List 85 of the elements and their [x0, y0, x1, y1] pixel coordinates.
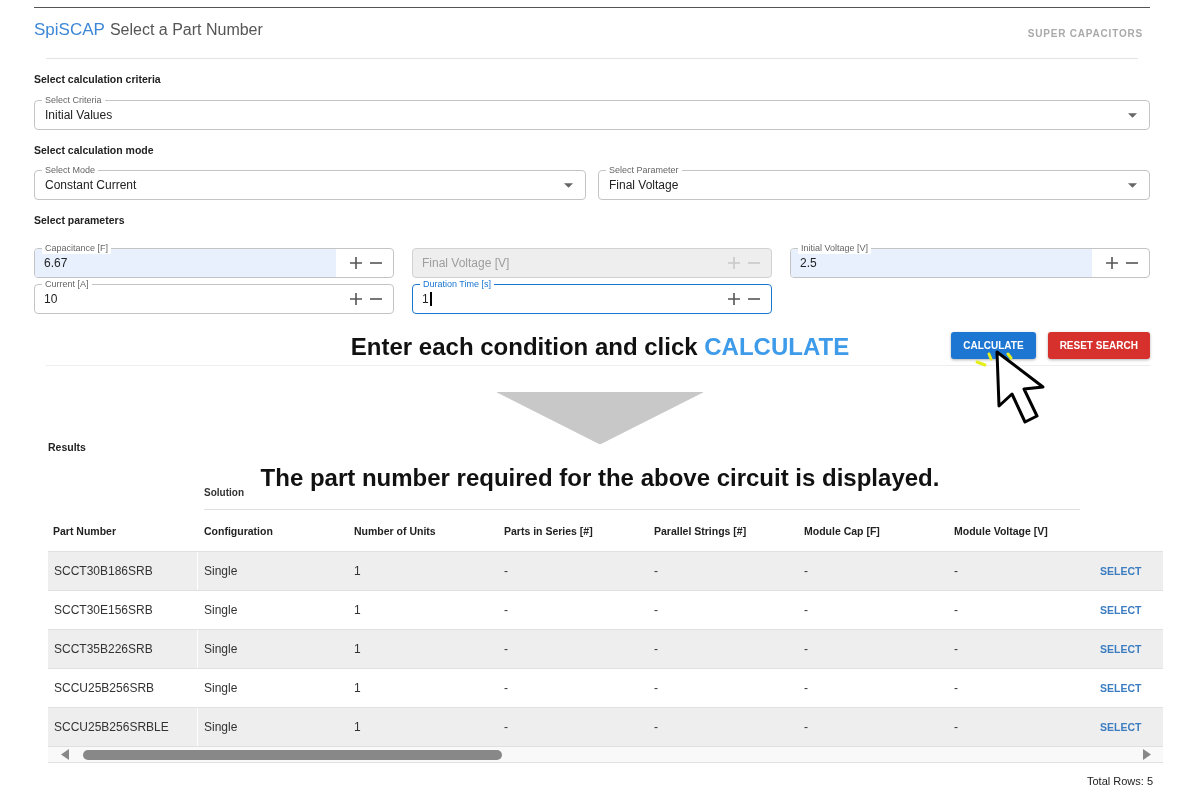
section-heading: Select calculation criteria [34, 72, 161, 86]
click-marks-icon [974, 352, 1014, 368]
scroll-right-icon[interactable] [1143, 749, 1151, 760]
column-header: Module Cap [F] [803, 523, 881, 538]
increment-button[interactable] [350, 257, 362, 269]
select-link[interactable]: SELECT [1100, 643, 1142, 655]
select-link[interactable]: SELECT [1100, 682, 1142, 694]
calculate-button[interactable]: CALCULATE [951, 332, 1036, 359]
table-cell-text: - [503, 563, 509, 580]
table-cell-text: - [653, 641, 659, 658]
table-cell-text: Single [203, 680, 239, 697]
table-cell-text: 1 [353, 602, 362, 619]
section-heading: Select parameters [34, 213, 125, 227]
field-label: Select Mode [42, 165, 99, 176]
table-cell-text: - [653, 719, 659, 736]
plus-icon [350, 257, 362, 269]
table-cell-text: - [803, 641, 809, 658]
section-heading: Results [48, 440, 86, 454]
category-label: SUPER CAPACITORS [1027, 27, 1143, 41]
table-cell-text: - [953, 719, 959, 736]
table-cell-text: 1 [353, 680, 362, 697]
annotation-text: The part number required for the above circuit is displayed. [260, 464, 940, 492]
table-cell-text: - [653, 680, 659, 697]
dropdown-caret-icon [564, 182, 573, 188]
table-cell-text: - [503, 641, 509, 658]
scrollbar-thumb[interactable] [83, 749, 502, 760]
table-cell-text: - [953, 563, 959, 580]
field-label: Select Parameter [606, 165, 682, 176]
plus-icon [728, 257, 740, 269]
plus-icon [1106, 257, 1118, 269]
select-link[interactable]: SELECT [1100, 604, 1142, 616]
reset-search-button[interactable]: RESET SEARCH [1047, 332, 1150, 359]
table-cell: SCCU25B256SRB [48, 669, 198, 707]
table-cell-text: - [953, 602, 959, 619]
table-cell-text: - [953, 641, 959, 658]
table-cell-text: - [653, 602, 659, 619]
table-cell-text: - [803, 680, 809, 697]
column-header: Configuration [203, 523, 274, 538]
table-cell-text: - [953, 680, 959, 697]
table-cell-text: - [803, 719, 809, 736]
table-cell-text: Single [203, 602, 239, 619]
dropdown-caret-icon [1128, 112, 1137, 118]
increment-button[interactable] [350, 293, 362, 305]
section-heading: Select calculation mode [34, 143, 154, 157]
table-cell: SCCT30E156SRB [48, 591, 198, 629]
column-header: Part Number [52, 523, 117, 538]
field-label: Initial Voltage [V] [798, 243, 872, 254]
select-link[interactable]: SELECT [1100, 565, 1142, 577]
table-cell-text: - [503, 719, 509, 736]
table-cell: SCCT30B186SRB [48, 552, 198, 590]
field-label: Current [A] [42, 279, 92, 290]
field-label: Capacitance [F] [42, 243, 112, 254]
column-header: Parts in Series [#] [503, 523, 594, 538]
scroll-left-icon[interactable] [61, 749, 69, 760]
table-cell-text: 1 [353, 563, 362, 580]
total-rows-label: Total Rows: 5 [1086, 774, 1153, 788]
page-title: Select a Part Number [109, 20, 263, 40]
select-link[interactable]: SELECT [1100, 721, 1142, 733]
plus-icon [728, 293, 740, 305]
text-cursor-icon [429, 292, 432, 306]
field-label: Duration Time [s] [420, 279, 495, 290]
table-cell-text: - [503, 680, 509, 697]
table-cell-text: Single [203, 719, 239, 736]
plus-icon [350, 293, 362, 305]
field-label: Select Criteria [42, 95, 105, 106]
column-header: Parallel Strings [#] [653, 523, 748, 538]
table-cell: SCCT35B226SRB [48, 630, 198, 668]
table-cell-text: Single [203, 563, 239, 580]
brand-name: SpiSCAP [34, 20, 105, 40]
increment-button[interactable] [1106, 257, 1118, 269]
down-arrow-icon [497, 392, 703, 444]
table-cell-text: - [803, 563, 809, 580]
table-cell-text: Single [203, 641, 239, 658]
dropdown-caret-icon [1128, 182, 1137, 188]
column-group-header: Solution [204, 487, 244, 498]
table-cell-text: 1 [353, 719, 362, 736]
column-header: Number of Units [353, 523, 437, 538]
table-cell-text: - [803, 602, 809, 619]
table-cell-text: - [653, 563, 659, 580]
table-cell: SCCU25B256SRBLE [48, 708, 198, 746]
increment-button[interactable] [728, 293, 740, 305]
table-cell-text: 1 [353, 641, 362, 658]
instruction-text: Enter each condition and click CALCULATE [350, 333, 850, 361]
table-cell-text: - [503, 602, 509, 619]
column-header: Module Voltage [V] [953, 523, 1049, 538]
